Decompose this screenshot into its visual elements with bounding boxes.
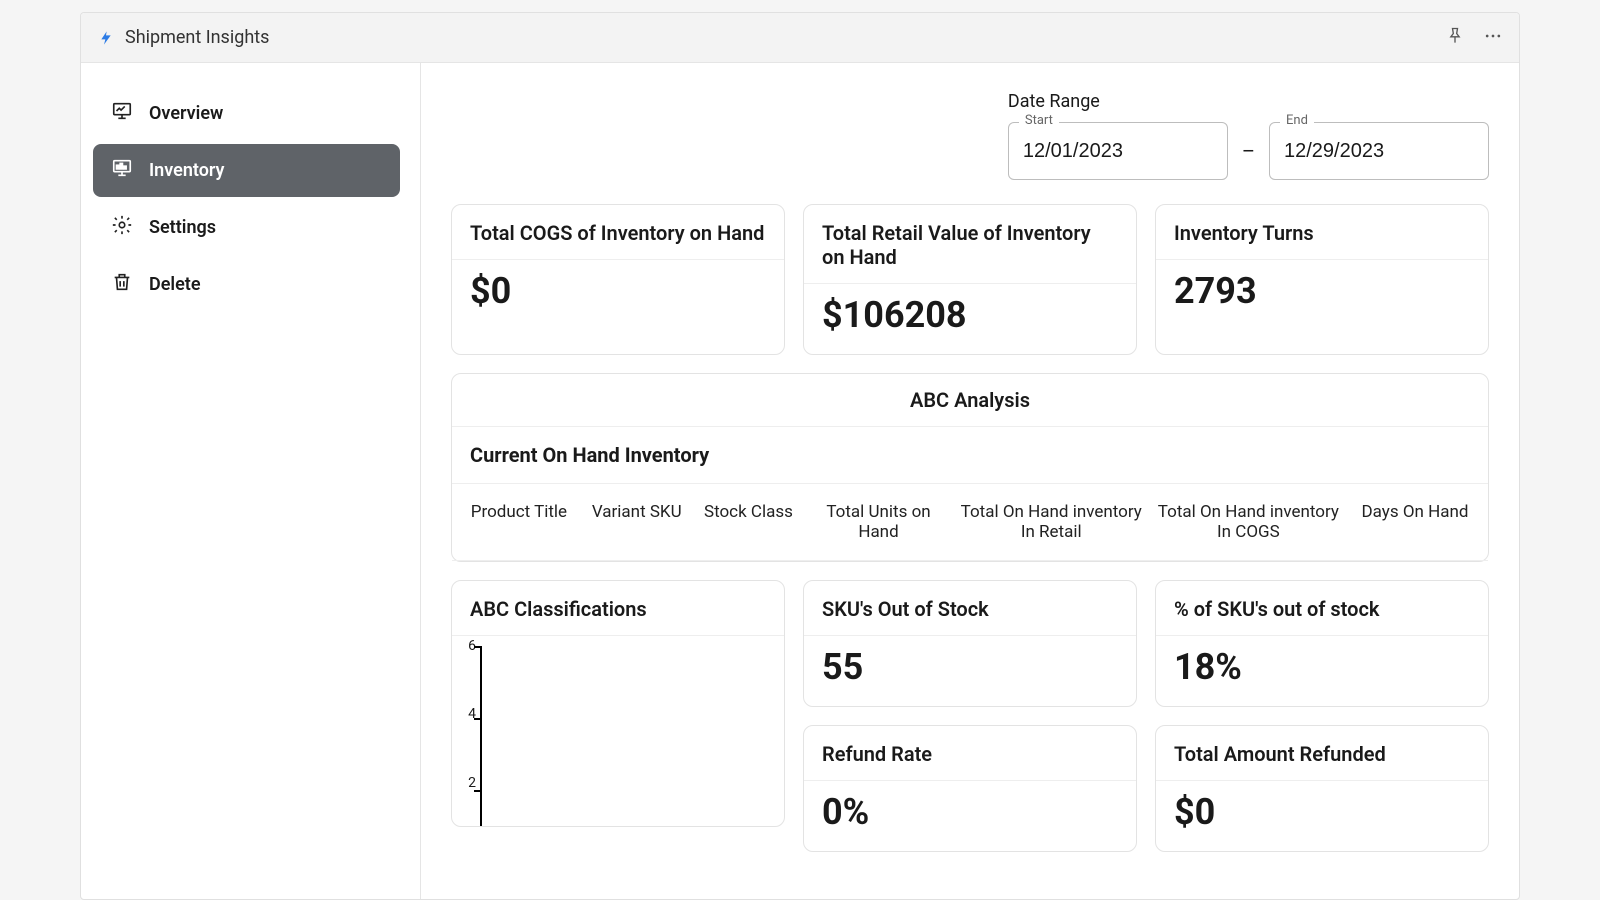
sidebar: Overview Inventory Settings: [81, 63, 421, 899]
kpi-value: $106208: [804, 284, 1136, 354]
date-start-input[interactable]: [1023, 140, 1213, 163]
sidebar-item-inventory[interactable]: Inventory: [93, 144, 400, 197]
col-onhand-cogs: Total On Hand inventory In COGS: [1151, 502, 1346, 542]
kpi-title: Total COGS of Inventory on Hand: [452, 205, 784, 260]
sidebar-item-label: Settings: [149, 217, 216, 238]
date-start-legend: Start: [1019, 113, 1059, 128]
date-range: Date Range Start – End: [1008, 91, 1489, 180]
kpi-title: Inventory Turns: [1156, 205, 1488, 260]
kpi-value: 2793: [1156, 260, 1488, 330]
date-range-separator: –: [1242, 139, 1255, 163]
kpi-value: 0%: [804, 781, 1136, 851]
y-tick-2: 2: [468, 775, 476, 791]
kpi-title: SKU's Out of Stock: [804, 581, 1136, 636]
sidebar-item-settings[interactable]: Settings: [93, 201, 400, 254]
kpi-card-refund-amount: Total Amount Refunded $0: [1155, 725, 1489, 852]
col-days-on-hand: Days On Hand: [1354, 502, 1476, 542]
kpi-value: 55: [804, 636, 1136, 706]
sidebar-item-label: Inventory: [149, 160, 224, 181]
pin-icon[interactable]: [1445, 26, 1465, 50]
kpi-value: $0: [1156, 781, 1488, 851]
kpi-value: $0: [452, 260, 784, 330]
date-end-field[interactable]: End: [1269, 122, 1489, 180]
abc-analysis-card: ABC Analysis Current On Hand Inventory P…: [451, 373, 1489, 562]
abc-title: ABC Analysis: [452, 374, 1488, 427]
gear-icon: [111, 214, 133, 241]
col-onhand-retail: Total On Hand inventory In Retail: [960, 502, 1143, 542]
kpi-value: 18%: [1156, 636, 1488, 706]
kpi-card-cogs: Total COGS of Inventory on Hand $0: [451, 204, 785, 355]
app-logo-icon: [97, 29, 115, 47]
kpi-card-turns: Inventory Turns 2793: [1155, 204, 1489, 355]
sidebar-item-overview[interactable]: Overview: [93, 87, 400, 140]
inventory-icon: [111, 157, 133, 184]
abc-subtitle: Current On Hand Inventory: [452, 427, 1488, 484]
chart-title: ABC Classifications: [452, 581, 784, 636]
overview-icon: [111, 100, 133, 127]
trash-icon: [111, 271, 133, 298]
col-product-title: Product Title: [464, 502, 574, 542]
main-content: Date Range Start – End: [421, 63, 1519, 899]
abc-table-header: Product Title Variant SKU Stock Class To…: [452, 484, 1488, 561]
sidebar-item-label: Delete: [149, 274, 201, 295]
abc-classifications-card: ABC Classifications 6 4 2: [451, 580, 785, 827]
app-title: Shipment Insights: [125, 27, 269, 48]
sidebar-item-delete[interactable]: Delete: [93, 258, 400, 311]
col-total-units: Total Units on Hand: [805, 502, 951, 542]
sidebar-item-label: Overview: [149, 103, 223, 124]
kpi-card-refund-rate: Refund Rate 0%: [803, 725, 1137, 852]
kpi-title: % of SKU's out of stock: [1156, 581, 1488, 636]
date-start-field[interactable]: Start: [1008, 122, 1228, 180]
date-range-label: Date Range: [1008, 91, 1489, 112]
topbar: Shipment Insights: [81, 13, 1519, 63]
more-icon[interactable]: [1483, 26, 1503, 50]
kpi-card-retail: Total Retail Value of Inventory on Hand …: [803, 204, 1137, 355]
date-end-legend: End: [1280, 113, 1314, 128]
kpi-title: Total Retail Value of Inventory on Hand: [804, 205, 1136, 284]
col-variant-sku: Variant SKU: [582, 502, 692, 542]
kpi-card-sku-out: SKU's Out of Stock 55: [803, 580, 1137, 707]
bar-chart: 6 4 2: [452, 636, 784, 826]
col-stock-class: Stock Class: [700, 502, 798, 542]
date-end-input[interactable]: [1284, 140, 1474, 163]
kpi-title: Total Amount Refunded: [1156, 726, 1488, 781]
kpi-card-pct-out: % of SKU's out of stock 18%: [1155, 580, 1489, 707]
kpi-title: Refund Rate: [804, 726, 1136, 781]
